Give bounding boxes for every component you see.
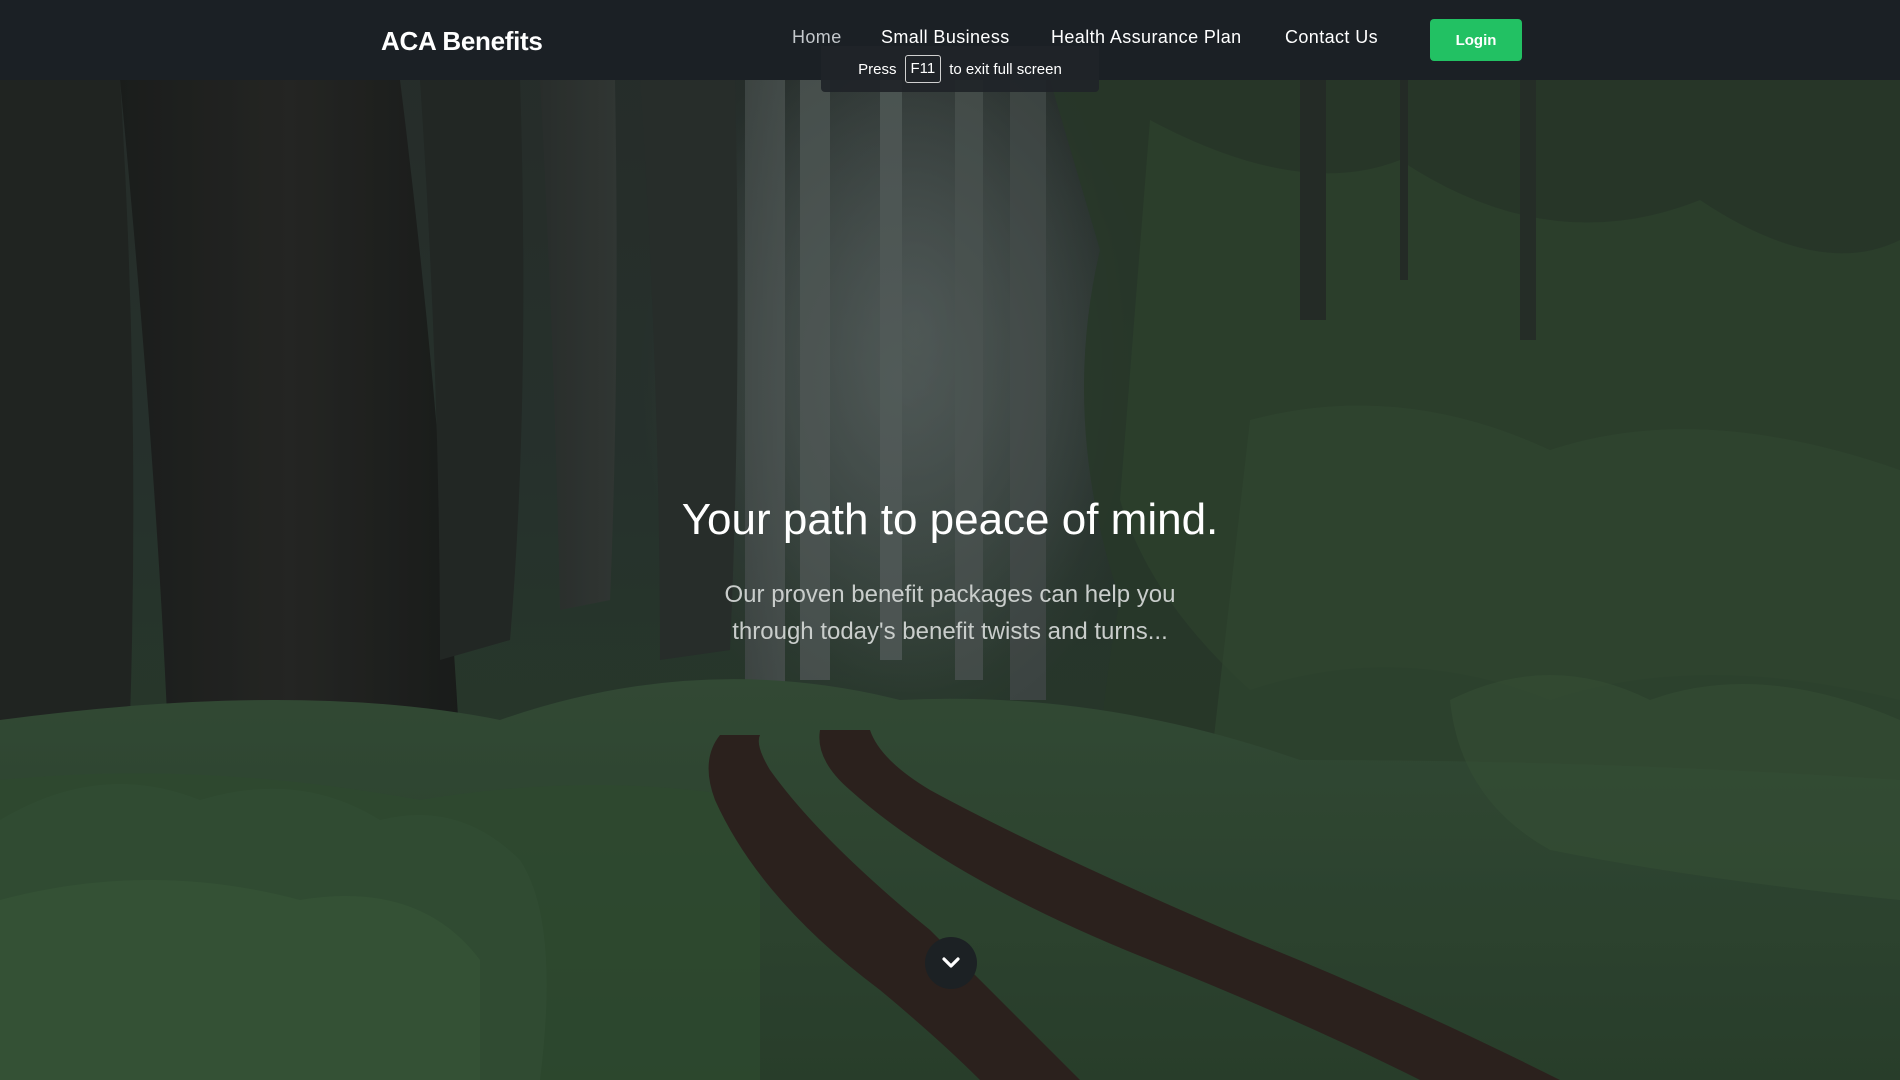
nav-small-business[interactable]: Small Business	[881, 27, 1010, 48]
fullscreen-notice-prefix: Press	[858, 60, 897, 78]
nav-home[interactable]: Home	[792, 27, 842, 48]
hero-subtitle: Our proven benefit packages can help you…	[724, 581, 1176, 645]
scroll-down-button[interactable]	[925, 937, 977, 989]
chevron-down-icon	[942, 957, 960, 968]
nav-health-assurance-plan[interactable]: Health Assurance Plan	[1051, 27, 1242, 48]
page: ACA Benefits Home Small Business Health …	[0, 0, 1900, 1080]
fullscreen-notice-suffix: to exit full screen	[949, 60, 1062, 78]
fullscreen-exit-notice: Press F11 to exit full screen	[821, 46, 1099, 92]
login-button[interactable]: Login	[1430, 19, 1522, 61]
nav-contact-us[interactable]: Contact Us	[1285, 27, 1378, 48]
hero-title: Your path to peace of mind.	[681, 495, 1219, 544]
brand-logo-link[interactable]: ACA Benefits	[381, 26, 543, 57]
f11-key-badge: F11	[904, 55, 942, 83]
